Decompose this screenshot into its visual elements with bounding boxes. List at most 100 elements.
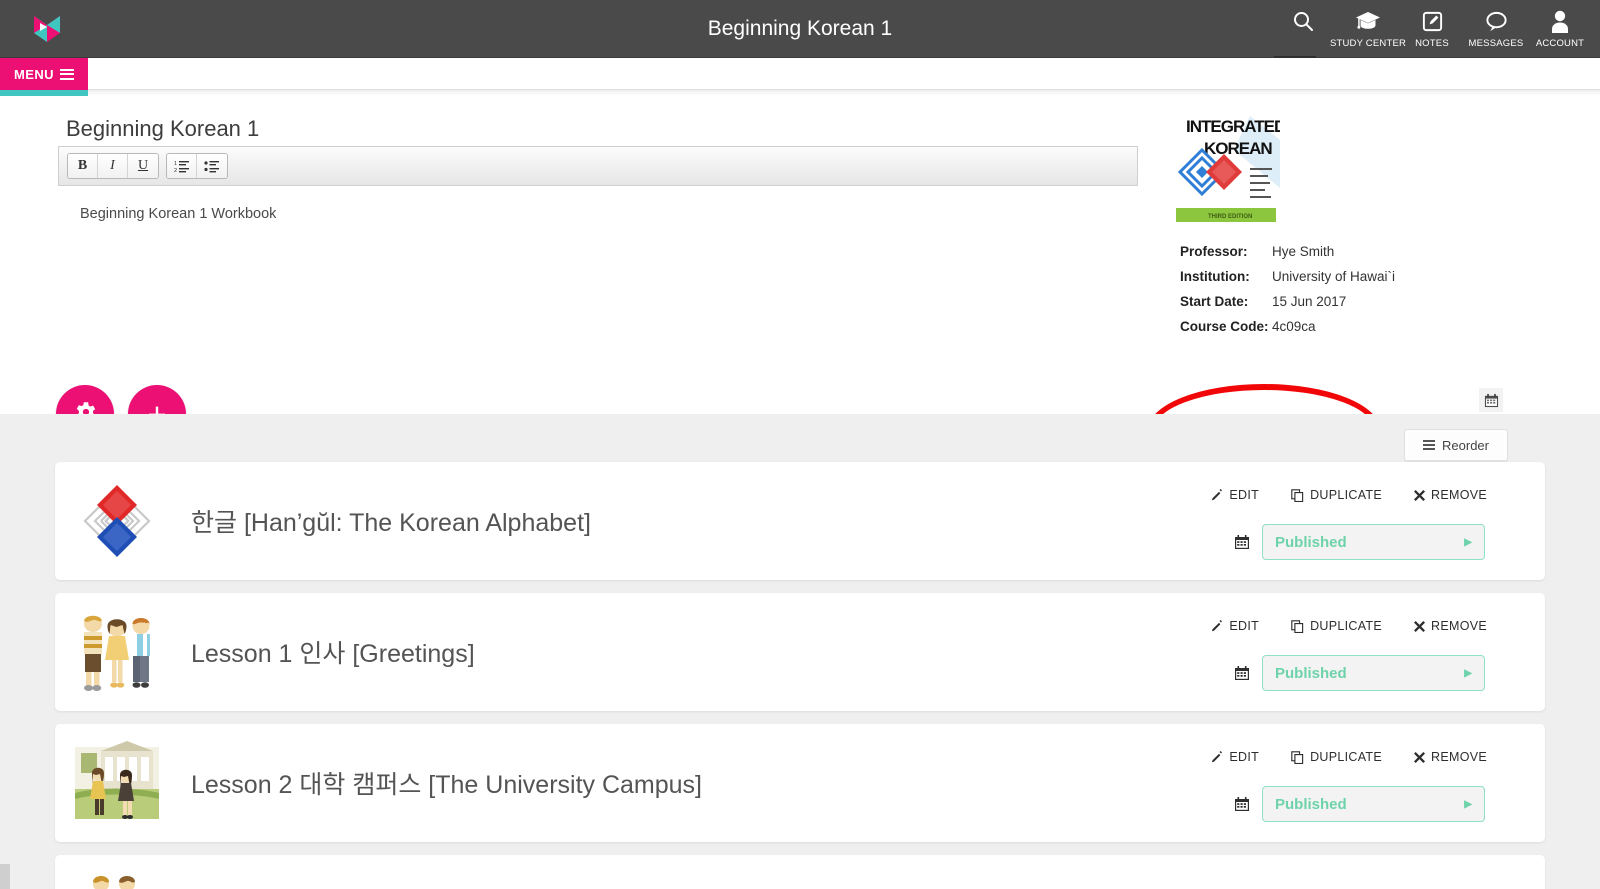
copy-icon <box>1291 488 1304 502</box>
calendar-icon[interactable] <box>1234 534 1250 550</box>
lesson-status-area: Published ▶ <box>1234 655 1485 691</box>
meta-row-start-date: Start Date: 15 Jun 2017 <box>1180 294 1510 310</box>
page-edge-strip <box>0 864 10 889</box>
list-style-group: 1 2 <box>166 153 228 179</box>
rich-text-editor-toolbar: B I U 1 2 <box>58 146 1138 186</box>
close-x-icon <box>1414 751 1426 763</box>
meta-value: 15 Jun 2017 <box>1272 294 1347 309</box>
meta-row-institution: Institution: University of Hawai`i <box>1180 269 1510 285</box>
svg-text:KOREAN: KOREAN <box>1204 139 1272 158</box>
chevron-right-icon: ▶ <box>1464 798 1472 810</box>
study-center-label: STUDY CENTER <box>1329 38 1407 49</box>
edit-button[interactable]: EDIT <box>1211 619 1259 633</box>
lesson-row[interactable] <box>55 855 1545 889</box>
messages-label: MESSAGES <box>1468 38 1524 49</box>
lesson-status-select[interactable]: Published ▶ <box>1262 524 1485 560</box>
ordered-list-icon[interactable]: 1 2 <box>167 154 197 178</box>
pencil-icon <box>1212 620 1223 632</box>
user-person-icon <box>1549 8 1571 34</box>
three-people-icon <box>68 603 166 701</box>
edit-label: EDIT <box>1229 619 1260 633</box>
lesson-title: Lesson 1 인사 [Greetings] <box>191 640 475 668</box>
lesson-actions: EDIT DUPLICATE REMOVE <box>1211 488 1487 502</box>
remove-button[interactable]: REMOVE <box>1414 488 1487 502</box>
copy-icon <box>1291 750 1304 764</box>
lesson-actions: EDIT DUPLICATE REMOVE <box>1211 750 1487 764</box>
calendar-icon[interactable] <box>1234 796 1250 812</box>
course-detail-panel: Beginning Korean 1 B I U 1 2 Beginning K… <box>0 96 1600 476</box>
meta-key: Professor: <box>1180 244 1248 259</box>
chevron-right-icon: ▶ <box>1464 667 1472 679</box>
duplicate-button[interactable]: DUPLICATE <box>1291 488 1382 502</box>
lesson-status-select[interactable]: Published ▶ <box>1262 655 1485 691</box>
course-cover-image: INTEGRATED KOREAN THIRD EDITION <box>1172 110 1280 230</box>
lesson-title: Lesson 2 대학 캠퍼스 [The University Campus] <box>191 771 702 799</box>
reorder-button[interactable]: Reorder <box>1404 429 1508 461</box>
korean-diamond-emblem-icon <box>68 472 166 570</box>
duplicate-label: DUPLICATE <box>1310 488 1383 502</box>
svg-text:THIRD EDITION: THIRD EDITION <box>1208 214 1252 220</box>
edit-label: EDIT <box>1229 750 1260 764</box>
lesson-row[interactable]: 한글 [Han’gŭl: The Korean Alphabet] EDIT D… <box>55 462 1545 580</box>
lesson-row[interactable]: Lesson 2 대학 캠퍼스 [The University Campus] … <box>55 724 1545 842</box>
duplicate-button[interactable]: DUPLICATE <box>1291 619 1382 633</box>
duplicate-label: DUPLICATE <box>1310 750 1383 764</box>
edit-button[interactable]: EDIT <box>1211 488 1259 502</box>
meta-key: Institution: <box>1180 269 1250 284</box>
edit-label: EDIT <box>1229 488 1260 502</box>
course-meta-list: Professor: Hye Smith Institution: Univer… <box>1180 244 1510 344</box>
lesson-title: 한글 [Han’gŭl: The Korean Alphabet] <box>191 509 591 537</box>
search-icon <box>1291 8 1315 34</box>
top-header-bar: Beginning Korean 1 STUDY CENTER NOTES ME… <box>0 0 1600 58</box>
lesson-status-select[interactable]: Published ▶ <box>1262 786 1485 822</box>
meta-row-course-code: Course Code: 4c09ca <box>1180 319 1510 335</box>
app-root: Beginning Korean 1 STUDY CENTER NOTES ME… <box>0 0 1600 889</box>
top-navigation: STUDY CENTER NOTES MESSAGES ACCOUNT <box>1270 0 1592 58</box>
svg-text:INTEGRATED: INTEGRATED <box>1186 117 1280 136</box>
svg-text:2: 2 <box>174 168 177 173</box>
close-x-icon <box>1414 620 1426 632</box>
lesson-status-area: Published ▶ <box>1234 786 1485 822</box>
pencil-icon <box>1212 489 1223 501</box>
reorder-label: Reorder <box>1442 437 1489 453</box>
copy-icon <box>1291 619 1304 633</box>
reorder-lines-icon <box>1423 438 1436 452</box>
edit-button[interactable]: EDIT <box>1211 750 1259 764</box>
lesson-actions: EDIT DUPLICATE REMOVE <box>1211 619 1487 633</box>
speech-bubble-icon <box>1484 8 1509 34</box>
remove-label: REMOVE <box>1431 750 1487 764</box>
note-pencil-icon <box>1421 8 1444 34</box>
status-value: Published <box>1275 664 1347 682</box>
account-label: ACCOUNT <box>1535 38 1585 49</box>
bullet-list-icon[interactable] <box>197 154 227 178</box>
account-button[interactable]: ACCOUNT <box>1528 0 1592 58</box>
pencil-icon <box>1212 751 1223 763</box>
remove-label: REMOVE <box>1431 619 1487 633</box>
hamburger-icon <box>59 66 74 82</box>
meta-row-professor: Professor: Hye Smith <box>1180 244 1510 260</box>
menu-bar: MENU <box>0 58 1600 90</box>
duplicate-button[interactable]: DUPLICATE <box>1291 750 1382 764</box>
lesson-status-area: Published ▶ <box>1234 524 1485 560</box>
notes-button[interactable]: NOTES <box>1400 0 1464 58</box>
calendar-icon[interactable] <box>1234 665 1250 681</box>
italic-icon[interactable]: I <box>98 154 128 178</box>
people-icon <box>68 865 166 889</box>
study-center-button[interactable]: STUDY CENTER <box>1330 0 1406 58</box>
start-date-calendar-button[interactable] <box>1479 388 1503 412</box>
messages-button[interactable]: MESSAGES <box>1464 0 1528 58</box>
text-style-group: B I U <box>67 153 159 179</box>
bold-icon[interactable]: B <box>68 154 98 178</box>
menu-button[interactable]: MENU <box>0 58 88 90</box>
chevron-right-icon: ▶ <box>1464 536 1472 548</box>
remove-button[interactable]: REMOVE <box>1414 619 1487 633</box>
status-value: Published <box>1275 795 1347 813</box>
lesson-list-area: Reorder 한글 [Han’gŭl: The Korean Alphabet… <box>0 414 1600 889</box>
remove-button[interactable]: REMOVE <box>1414 750 1487 764</box>
underline-icon[interactable]: U <box>128 154 158 178</box>
meta-value: 4c09ca <box>1272 319 1316 334</box>
meta-value: University of Hawai`i <box>1272 269 1396 284</box>
search-button[interactable] <box>1270 0 1336 58</box>
lesson-row[interactable]: Lesson 1 인사 [Greetings] EDIT DUPLICATE R… <box>55 593 1545 711</box>
close-x-icon <box>1414 489 1426 501</box>
